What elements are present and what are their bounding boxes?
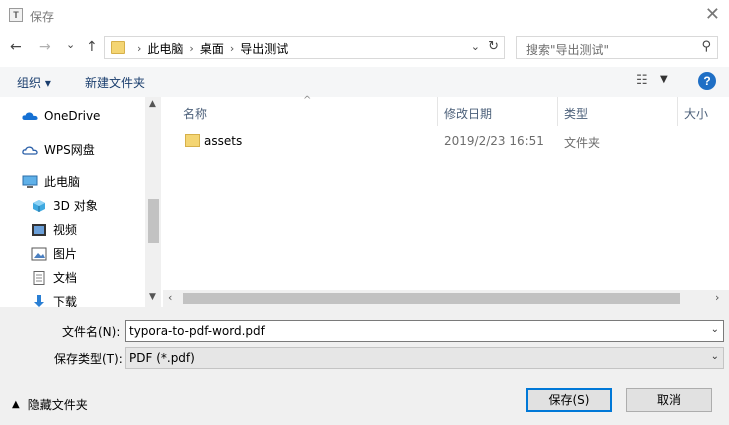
chevron-right-icon[interactable]: ›: [715, 291, 719, 304]
organize-button[interactable]: 组织 ▾: [17, 74, 51, 91]
chevron-right-icon[interactable]: ›: [230, 42, 234, 55]
computer-icon: [22, 175, 38, 189]
sidebar-item-this-pc[interactable]: 此电脑: [22, 173, 80, 190]
column-header-modified[interactable]: 修改日期: [444, 105, 492, 122]
app-icon: T: [9, 8, 23, 22]
filename-label: 文件名(N):: [62, 325, 121, 339]
column-divider[interactable]: [677, 97, 678, 126]
chevron-down-icon[interactable]: ⌄: [711, 351, 719, 362]
recent-locations-icon[interactable]: ⌄: [66, 38, 75, 51]
address-bar[interactable]: › 此电脑 › 桌面 › 导出测试 ⌄ ↻: [104, 36, 505, 59]
sidebar-item-label: 视频: [53, 223, 78, 237]
horizontal-scrollbar[interactable]: ‹ ›: [163, 290, 729, 307]
cloud-outline-icon: [22, 143, 38, 157]
column-header-size[interactable]: 大小: [684, 105, 708, 122]
forward-arrow-icon[interactable]: →: [39, 39, 51, 55]
breadcrumb: › 此电脑 › 桌面 › 导出测试: [131, 40, 288, 57]
file-type-label: 保存类型(T):: [54, 352, 123, 366]
up-arrow-icon[interactable]: ↑: [86, 39, 98, 55]
sidebar-item-videos[interactable]: 视频: [31, 221, 77, 238]
navigation-pane: OneDrive WPS网盘 此电脑 3D 对象 视频 图片 文档 下载 ▲ ▼: [0, 97, 162, 309]
chevron-down-icon[interactable]: ⌄: [471, 40, 480, 53]
chevron-down-icon[interactable]: ▼: [149, 292, 156, 302]
filename-input[interactable]: [129, 323, 699, 339]
cancel-button[interactable]: 取消: [626, 388, 712, 412]
file-type: 文件夹: [564, 136, 601, 150]
sidebar-item-label: 文档: [53, 271, 78, 285]
file-name: assets: [204, 134, 243, 148]
sort-arrow-icon: ^: [303, 95, 312, 106]
sidebar-item-label: OneDrive: [44, 109, 101, 123]
column-header-name[interactable]: 名称: [183, 105, 207, 122]
sidebar-item-3d-objects[interactable]: 3D 对象: [31, 197, 98, 214]
sidebar-item-pictures[interactable]: 图片: [31, 245, 77, 262]
sidebar-item-label: WPS网盘: [44, 143, 95, 157]
title-bar: T 保存 ✕: [0, 0, 729, 31]
search-icon: ⚲: [701, 39, 711, 54]
file-type-value: PDF (*.pdf): [129, 351, 195, 365]
folder-icon: [111, 41, 125, 54]
save-button[interactable]: 保存(S): [526, 388, 612, 412]
column-header-type[interactable]: 类型: [564, 105, 588, 122]
sidebar-item-label: 图片: [53, 247, 78, 261]
cube-icon: [31, 199, 47, 213]
hide-folders-toggle[interactable]: ▲ 隐藏文件夹: [12, 396, 88, 413]
sidebar-item-documents[interactable]: 文档: [31, 269, 77, 286]
picture-icon: [31, 247, 47, 261]
file-modified: 2019/2/23 16:51: [444, 134, 544, 148]
back-arrow-icon[interactable]: ←: [10, 39, 22, 55]
view-options-icon[interactable]: ☷: [636, 73, 648, 88]
breadcrumb-item[interactable]: 桌面: [200, 40, 224, 57]
sidebar-item-wps[interactable]: WPS网盘: [22, 141, 95, 158]
file-list-header: ^ 名称 修改日期 类型 大小: [163, 95, 729, 126]
chevron-up-icon: ▲: [12, 399, 20, 410]
chevron-down-icon[interactable]: ⌄: [711, 324, 719, 335]
file-type-select[interactable]: PDF (*.pdf) ⌄: [125, 347, 724, 369]
sidebar-item-label: 3D 对象: [53, 199, 98, 213]
document-icon: [31, 270, 47, 285]
chevron-left-icon[interactable]: ‹: [168, 291, 172, 304]
column-divider[interactable]: [557, 97, 558, 126]
chevron-right-icon[interactable]: ›: [189, 42, 193, 55]
sidebar-item-onedrive[interactable]: OneDrive: [22, 109, 100, 123]
toolbar: 组织 ▾ 新建文件夹 ☷ ▼ ?: [0, 67, 729, 97]
hide-folders-label: 隐藏文件夹: [27, 398, 88, 412]
refresh-icon[interactable]: ↻: [488, 39, 499, 54]
breadcrumb-item[interactable]: 此电脑: [147, 40, 183, 57]
filename-combobox[interactable]: ⌄: [125, 320, 724, 342]
chevron-up-icon[interactable]: ▲: [149, 99, 156, 109]
table-row[interactable]: assets 2019/2/23 16:51 文件夹: [163, 130, 729, 152]
scrollbar-thumb[interactable]: [148, 199, 159, 243]
help-icon[interactable]: ?: [698, 72, 716, 90]
close-icon[interactable]: ✕: [705, 4, 720, 25]
window-title: 保存: [30, 10, 55, 24]
search-input[interactable]: 搜索"导出测试": [526, 41, 609, 58]
breadcrumb-item[interactable]: 导出测试: [240, 40, 288, 57]
video-icon: [31, 223, 47, 237]
vertical-scrollbar[interactable]: ▲ ▼: [145, 97, 161, 307]
new-folder-button[interactable]: 新建文件夹: [85, 74, 145, 91]
cloud-icon: [22, 109, 38, 123]
sidebar-item-label: 此电脑: [44, 175, 81, 189]
scrollbar-thumb[interactable]: [183, 293, 680, 304]
folder-icon: [185, 134, 200, 147]
chevron-down-icon[interactable]: ▼: [660, 74, 668, 85]
search-box[interactable]: 搜索"导出测试" ⚲: [516, 36, 718, 59]
column-divider[interactable]: [437, 97, 438, 126]
chevron-right-icon: ›: [137, 42, 142, 55]
